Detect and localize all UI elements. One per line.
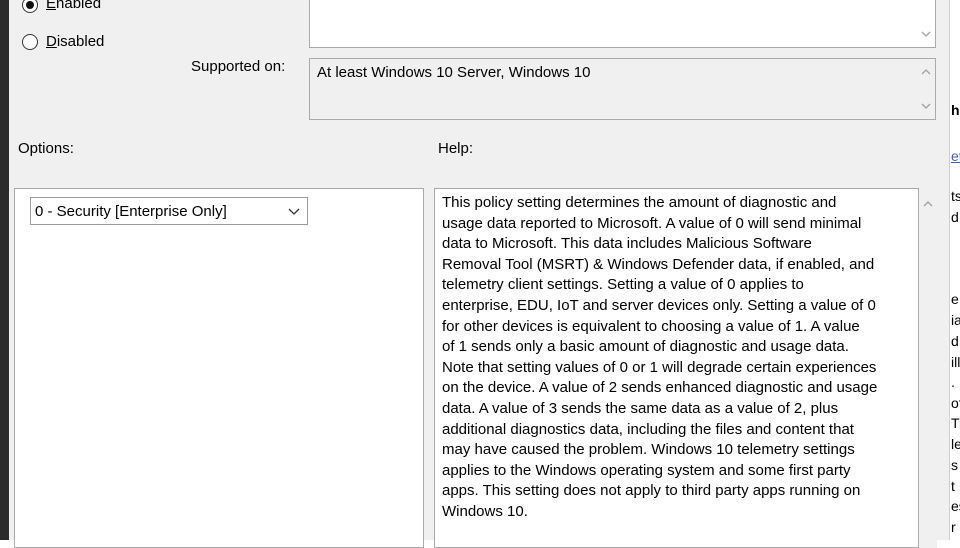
help-text: This policy setting determines the amoun… <box>442 194 878 520</box>
bg-text-fragment: ill <box>951 354 960 370</box>
comment-scroll-down-icon[interactable] <box>921 29 931 39</box>
help-scroll-up-icon[interactable] <box>923 196 933 213</box>
help-label: Help: <box>438 140 474 157</box>
supported-scroll-down-icon[interactable] <box>921 101 931 111</box>
enabled-radio-dot <box>26 1 34 9</box>
bg-text-fragment: le <box>951 436 960 452</box>
bg-text-fragment: s <box>951 457 958 473</box>
background-window: he et ts d e ia d ill . of Ti le s t es … <box>949 0 960 540</box>
bg-text-fragment: t <box>951 478 955 494</box>
bg-text-fragment: es <box>951 498 960 514</box>
supported-on-value: At least Windows 10 Server, Windows 10 <box>317 64 591 81</box>
bg-text-fragment: d <box>951 333 959 349</box>
chevron-down-icon <box>287 204 301 218</box>
bg-text-fragment: ts <box>951 188 960 204</box>
disabled-radio[interactable] <box>22 34 38 50</box>
bg-text-fragment: ia <box>951 312 960 328</box>
help-scrollbar[interactable] <box>919 188 937 548</box>
bg-text-fragment: of <box>951 395 960 411</box>
bg-text-fragment: e <box>951 291 959 307</box>
bg-text-fragment: . <box>951 374 955 390</box>
supported-on-box: At least Windows 10 Server, Windows 10 <box>309 58 936 120</box>
disabled-radio-label[interactable]: Disabled <box>46 33 104 50</box>
help-panel: This policy setting determines the amoun… <box>434 188 919 548</box>
disabled-label-text: isabled <box>56 33 105 50</box>
enabled-accel-key: E <box>46 0 57 12</box>
supported-on-label: Supported on: <box>191 58 286 75</box>
left-window-edge <box>0 0 9 540</box>
bg-text-fragment: Ti <box>951 415 960 431</box>
bg-text-fragment: d <box>951 209 959 225</box>
disabled-accel-key: D <box>46 33 57 50</box>
enabled-label-text: nabled <box>56 0 102 12</box>
comment-textbox[interactable] <box>309 0 936 48</box>
bg-text-fragment: et <box>951 148 960 164</box>
dropdown-value: 0 - Security [Enterprise Only] <box>35 203 227 220</box>
enabled-radio-label[interactable]: Enabled <box>46 0 101 12</box>
bg-text-fragment: he <box>951 102 960 118</box>
options-label: Options: <box>18 140 74 157</box>
bg-text-fragment: r <box>951 519 956 535</box>
options-panel: 0 - Security [Enterprise Only] <box>14 188 424 548</box>
telemetry-level-dropdown[interactable]: 0 - Security [Enterprise Only] <box>30 197 308 225</box>
supported-scroll-up-icon[interactable] <box>921 67 931 77</box>
